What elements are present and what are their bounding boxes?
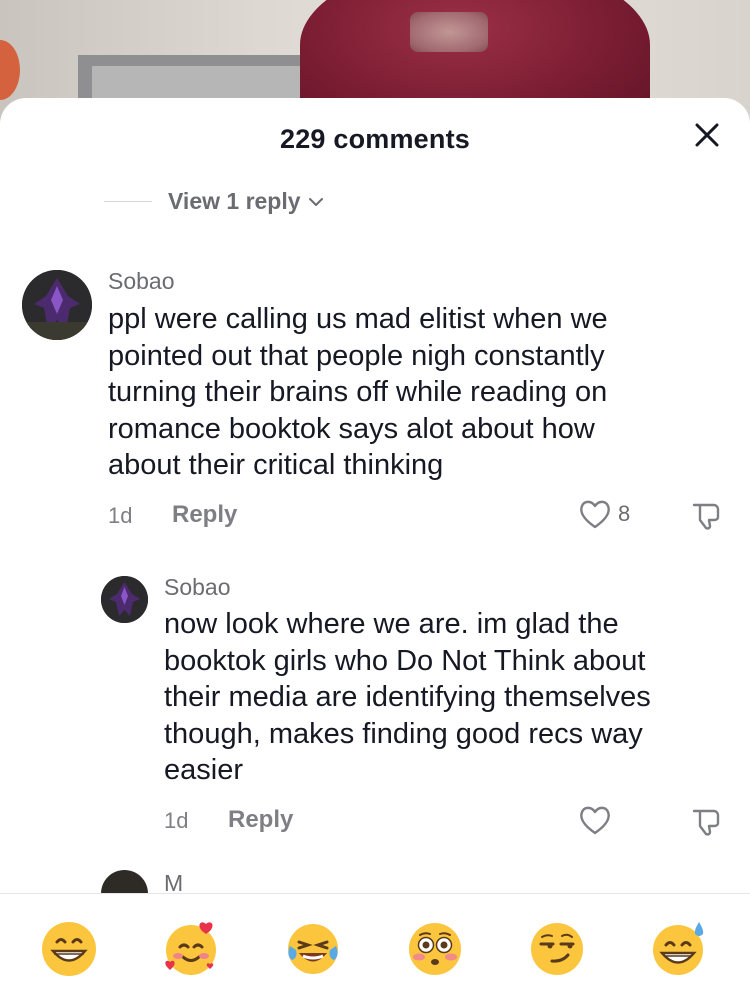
comment-username[interactable]: Sobao xyxy=(164,574,231,601)
avatar[interactable] xyxy=(101,576,148,623)
reply-divider-line xyxy=(104,201,152,202)
thumbs-down-icon xyxy=(692,503,720,530)
reply-button[interactable]: Reply xyxy=(172,501,237,529)
like-button[interactable]: 8 xyxy=(578,498,630,530)
comments-sheet: 229 comments View 1 reply Sobao ppl were… xyxy=(0,98,750,1000)
dislike-button[interactable] xyxy=(690,499,722,536)
heart-icon xyxy=(580,806,610,835)
comment-time: 1d xyxy=(108,503,133,528)
chevron-down-icon xyxy=(308,197,323,206)
smiling-face-with-hearts-icon[interactable] xyxy=(162,920,220,978)
tears-of-joy-icon[interactable] xyxy=(284,920,342,978)
thumbs-down-icon xyxy=(692,809,720,836)
view-replies-label: View 1 reply xyxy=(168,188,301,214)
close-icon xyxy=(695,123,719,147)
reply-button[interactable]: Reply xyxy=(228,806,293,834)
view-replies-button[interactable]: View 1 reply xyxy=(104,188,325,215)
emoji-bar xyxy=(0,894,750,1000)
comment-text: now look where we are. im glad the bookt… xyxy=(164,608,651,786)
grinning-face-icon[interactable] xyxy=(40,920,98,978)
comments-count-title: 229 comments xyxy=(280,124,470,154)
comment-username[interactable]: Sobao xyxy=(108,268,175,295)
video-object xyxy=(0,40,20,100)
like-button[interactable] xyxy=(578,804,612,836)
video-hat-badge xyxy=(410,12,488,52)
smirking-face-icon[interactable] xyxy=(528,920,586,978)
grinning-face-with-sweat-icon[interactable] xyxy=(650,920,708,978)
like-count: 8 xyxy=(618,501,631,526)
flushed-face-icon[interactable] xyxy=(406,920,464,978)
heart-icon xyxy=(580,500,610,529)
comment-time: 1d xyxy=(164,808,189,833)
close-button[interactable] xyxy=(690,118,724,152)
dislike-button[interactable] xyxy=(690,805,722,842)
avatar[interactable] xyxy=(22,270,92,340)
comment-text: ppl were calling us mad elitist when we … xyxy=(108,303,608,481)
